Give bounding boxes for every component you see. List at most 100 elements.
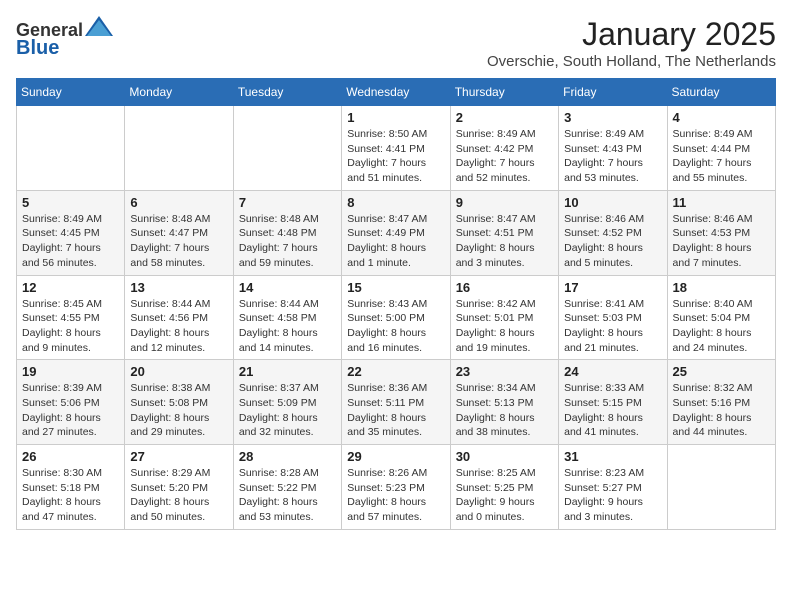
calendar-cell: 24 Sunrise: 8:33 AM Sunset: 5:15 PM Dayli… [559,360,667,445]
day-number: 5 [22,195,119,210]
calendar-cell: 29 Sunrise: 8:26 AM Sunset: 5:23 PM Dayli… [342,445,450,530]
day-info: Sunrise: 8:46 AM Sunset: 4:53 PM Dayligh… [673,212,770,271]
day-number: 18 [673,280,770,295]
day-number: 19 [22,364,119,379]
day-number: 27 [130,449,227,464]
day-info: Sunrise: 8:33 AM Sunset: 5:15 PM Dayligh… [564,381,661,440]
calendar-cell: 28 Sunrise: 8:28 AM Sunset: 5:22 PM Dayli… [233,445,341,530]
calendar-table: SundayMondayTuesdayWednesdayThursdayFrid… [16,78,776,530]
calendar-cell: 3 Sunrise: 8:49 AM Sunset: 4:43 PM Daylig… [559,106,667,191]
day-info: Sunrise: 8:28 AM Sunset: 5:22 PM Dayligh… [239,466,336,525]
day-number: 28 [239,449,336,464]
day-number: 23 [456,364,553,379]
calendar-cell: 15 Sunrise: 8:43 AM Sunset: 5:00 PM Dayli… [342,275,450,360]
calendar-cell: 26 Sunrise: 8:30 AM Sunset: 5:18 PM Dayli… [17,445,125,530]
day-info: Sunrise: 8:48 AM Sunset: 4:48 PM Dayligh… [239,212,336,271]
calendar-cell: 1Sunrise: 8:50 AM Sunset: 4:41 PM Daylig… [342,106,450,191]
calendar-week-row: 1Sunrise: 8:50 AM Sunset: 4:41 PM Daylig… [17,106,776,191]
calendar-cell [667,445,775,530]
calendar-cell: 27Sunrise: 8:29 AM Sunset: 5:20 PM Dayli… [125,445,233,530]
weekday-header-row: SundayMondayTuesdayWednesdayThursdayFrid… [17,79,776,106]
calendar-cell: 2Sunrise: 8:49 AM Sunset: 4:42 PM Daylig… [450,106,558,191]
day-number: 16 [456,280,553,295]
calendar-cell: 21 Sunrise: 8:37 AM Sunset: 5:09 PM Dayli… [233,360,341,445]
day-info: Sunrise: 8:36 AM Sunset: 5:11 PM Dayligh… [347,381,444,440]
calendar-cell: 31Sunrise: 8:23 AM Sunset: 5:27 PM Dayli… [559,445,667,530]
calendar-week-row: 12 Sunrise: 8:45 AM Sunset: 4:55 PM Dayli… [17,275,776,360]
logo-blue: Blue [16,37,59,60]
day-number: 15 [347,280,444,295]
calendar-cell: 11 Sunrise: 8:46 AM Sunset: 4:53 PM Dayli… [667,190,775,275]
logo: General Blue [16,16,113,60]
day-number: 12 [22,280,119,295]
calendar-cell: 30 Sunrise: 8:25 AM Sunset: 5:25 PM Dayli… [450,445,558,530]
day-number: 29 [347,449,444,464]
day-number: 30 [456,449,553,464]
calendar-cell [17,106,125,191]
day-number: 6 [130,195,227,210]
day-number: 24 [564,364,661,379]
calendar-cell: 4Sunrise: 8:49 AM Sunset: 4:44 PM Daylig… [667,106,775,191]
day-info: Sunrise: 8:49 AM Sunset: 4:43 PM Dayligh… [564,127,661,186]
calendar-cell: 18Sunrise: 8:40 AM Sunset: 5:04 PM Dayli… [667,275,775,360]
calendar-cell [125,106,233,191]
weekday-header: Sunday [17,79,125,106]
calendar-cell: 14 Sunrise: 8:44 AM Sunset: 4:58 PM Dayli… [233,275,341,360]
weekday-header: Friday [559,79,667,106]
day-info: Sunrise: 8:42 AM Sunset: 5:01 PM Dayligh… [456,297,553,356]
day-info: Sunrise: 8:49 AM Sunset: 4:45 PM Dayligh… [22,212,119,271]
day-info: Sunrise: 8:45 AM Sunset: 4:55 PM Dayligh… [22,297,119,356]
day-info: Sunrise: 8:44 AM Sunset: 4:56 PM Dayligh… [130,297,227,356]
weekday-header: Saturday [667,79,775,106]
logo-icon [85,16,113,36]
calendar-cell: 22 Sunrise: 8:36 AM Sunset: 5:11 PM Dayli… [342,360,450,445]
day-info: Sunrise: 8:38 AM Sunset: 5:08 PM Dayligh… [130,381,227,440]
day-number: 10 [564,195,661,210]
day-info: Sunrise: 8:26 AM Sunset: 5:23 PM Dayligh… [347,466,444,525]
day-number: 13 [130,280,227,295]
day-info: Sunrise: 8:43 AM Sunset: 5:00 PM Dayligh… [347,297,444,356]
calendar-cell: 23 Sunrise: 8:34 AM Sunset: 5:13 PM Dayli… [450,360,558,445]
day-info: Sunrise: 8:23 AM Sunset: 5:27 PM Dayligh… [564,466,661,525]
day-number: 22 [347,364,444,379]
day-number: 11 [673,195,770,210]
day-info: Sunrise: 8:48 AM Sunset: 4:47 PM Dayligh… [130,212,227,271]
title-block: January 2025 Overschie, South Holland, T… [487,16,776,70]
day-number: 7 [239,195,336,210]
day-info: Sunrise: 8:37 AM Sunset: 5:09 PM Dayligh… [239,381,336,440]
day-number: 1 [347,110,444,125]
day-number: 26 [22,449,119,464]
weekday-header: Tuesday [233,79,341,106]
day-number: 21 [239,364,336,379]
day-info: Sunrise: 8:41 AM Sunset: 5:03 PM Dayligh… [564,297,661,356]
month-title: January 2025 [487,16,776,53]
day-number: 3 [564,110,661,125]
weekday-header: Thursday [450,79,558,106]
calendar-cell: 10 Sunrise: 8:46 AM Sunset: 4:52 PM Dayli… [559,190,667,275]
day-info: Sunrise: 8:30 AM Sunset: 5:18 PM Dayligh… [22,466,119,525]
day-info: Sunrise: 8:49 AM Sunset: 4:44 PM Dayligh… [673,127,770,186]
day-number: 14 [239,280,336,295]
calendar-cell: 20Sunrise: 8:38 AM Sunset: 5:08 PM Dayli… [125,360,233,445]
page-header: General Blue January 2025 Overschie, Sou… [16,16,776,70]
calendar-cell: 13 Sunrise: 8:44 AM Sunset: 4:56 PM Dayli… [125,275,233,360]
calendar-cell: 6 Sunrise: 8:48 AM Sunset: 4:47 PM Daylig… [125,190,233,275]
calendar-week-row: 5 Sunrise: 8:49 AM Sunset: 4:45 PM Daylig… [17,190,776,275]
weekday-header: Monday [125,79,233,106]
day-info: Sunrise: 8:39 AM Sunset: 5:06 PM Dayligh… [22,381,119,440]
day-number: 2 [456,110,553,125]
day-info: Sunrise: 8:25 AM Sunset: 5:25 PM Dayligh… [456,466,553,525]
day-info: Sunrise: 8:44 AM Sunset: 4:58 PM Dayligh… [239,297,336,356]
calendar-cell: 17 Sunrise: 8:41 AM Sunset: 5:03 PM Dayli… [559,275,667,360]
day-info: Sunrise: 8:46 AM Sunset: 4:52 PM Dayligh… [564,212,661,271]
day-number: 9 [456,195,553,210]
calendar-cell: 12 Sunrise: 8:45 AM Sunset: 4:55 PM Dayli… [17,275,125,360]
calendar-cell [233,106,341,191]
calendar-week-row: 19 Sunrise: 8:39 AM Sunset: 5:06 PM Dayli… [17,360,776,445]
calendar-cell: 7 Sunrise: 8:48 AM Sunset: 4:48 PM Daylig… [233,190,341,275]
day-number: 17 [564,280,661,295]
day-info: Sunrise: 8:47 AM Sunset: 4:51 PM Dayligh… [456,212,553,271]
day-info: Sunrise: 8:32 AM Sunset: 5:16 PM Dayligh… [673,381,770,440]
calendar-week-row: 26 Sunrise: 8:30 AM Sunset: 5:18 PM Dayli… [17,445,776,530]
day-info: Sunrise: 8:34 AM Sunset: 5:13 PM Dayligh… [456,381,553,440]
